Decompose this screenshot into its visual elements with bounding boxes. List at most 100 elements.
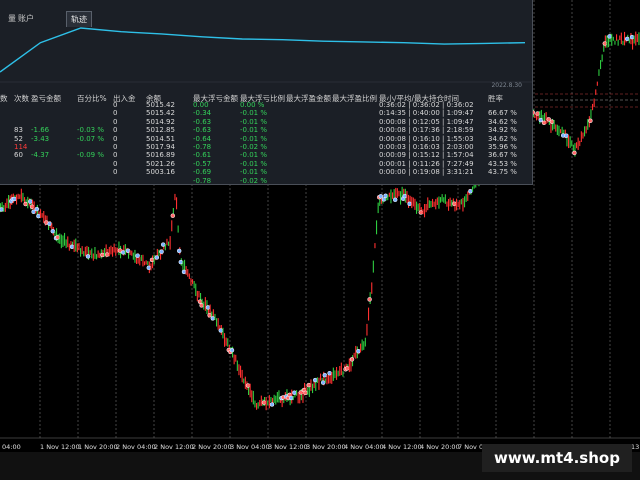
candle <box>318 377 320 390</box>
candle <box>620 32 622 45</box>
candle <box>592 103 594 111</box>
candle <box>273 394 275 403</box>
trade-marker <box>607 34 612 39</box>
candle <box>324 378 326 383</box>
time-label: 4 Nov 04:00 <box>344 443 384 451</box>
candle <box>440 197 442 203</box>
candle <box>582 132 584 139</box>
candle <box>387 194 389 201</box>
candle <box>166 238 168 246</box>
candle <box>571 140 573 147</box>
statistics-panel: 量账户 轨迹 2022.8.30 数次数 盈亏金额 百分比% 出入金 余额 最大浮亏金额 最大… <box>0 0 533 185</box>
trade-marker <box>572 150 577 156</box>
candle <box>624 31 626 46</box>
candle <box>544 113 546 122</box>
candle <box>424 204 426 218</box>
trade-marker <box>245 383 251 388</box>
trade-marker <box>181 269 187 275</box>
candle <box>472 186 474 192</box>
candle <box>611 33 613 46</box>
time-label: 4 Nov 12:00 <box>382 443 422 451</box>
trade-marker <box>178 259 184 265</box>
candle <box>587 119 589 130</box>
candle <box>427 197 429 211</box>
candle <box>336 367 338 380</box>
candle <box>116 247 118 253</box>
candle <box>364 337 366 347</box>
candle <box>441 194 443 202</box>
candle <box>628 38 630 44</box>
candle <box>240 365 242 378</box>
trade-marker <box>468 188 473 194</box>
candle <box>225 337 227 346</box>
candle <box>568 134 570 149</box>
candle <box>256 403 258 410</box>
tab-1[interactable]: 账户 <box>14 11 38 26</box>
candle <box>297 392 299 404</box>
trade-marker <box>210 316 216 321</box>
candle <box>171 220 173 232</box>
candle <box>276 392 278 403</box>
candle <box>270 397 272 402</box>
candle <box>110 245 112 255</box>
trade-marker <box>154 255 160 260</box>
candle <box>342 371 344 377</box>
trade-marker <box>312 377 318 383</box>
tab-2[interactable]: 轨迹 <box>66 11 92 27</box>
candle <box>254 400 256 408</box>
candle <box>542 114 544 120</box>
candle <box>192 279 194 284</box>
candle <box>332 367 334 381</box>
candle <box>260 395 262 406</box>
candle <box>275 395 277 405</box>
equity-line <box>0 27 526 73</box>
trade-marker <box>0 207 4 212</box>
trade-marker <box>261 400 267 405</box>
trade-marker <box>47 221 52 226</box>
equity-curve <box>0 27 532 83</box>
candle <box>96 254 98 260</box>
candle <box>76 243 78 253</box>
candle <box>636 34 638 43</box>
candle <box>176 197 178 210</box>
candle <box>177 225 179 233</box>
candle <box>8 195 10 209</box>
candle <box>27 196 29 209</box>
candle <box>433 201 435 207</box>
candle <box>555 124 557 132</box>
time-label: 4 Nov 20:00 <box>420 443 460 451</box>
candle <box>142 254 144 267</box>
trade-marker <box>322 372 328 378</box>
candle <box>113 243 115 253</box>
candle <box>635 31 637 46</box>
candle <box>97 250 99 258</box>
candle <box>622 40 624 46</box>
trade-marker <box>349 357 355 362</box>
candle <box>169 236 171 250</box>
candle <box>235 354 237 362</box>
candle <box>449 197 451 207</box>
candle <box>164 244 166 251</box>
candle <box>296 390 298 396</box>
candle <box>243 378 245 384</box>
table-cell: -0.78 <box>193 176 212 185</box>
trade-marker <box>176 248 182 254</box>
time-label: 2 Nov 12:00 <box>154 443 194 451</box>
candle <box>244 376 246 389</box>
trade-marker <box>120 250 126 255</box>
candle <box>190 278 192 286</box>
candle <box>593 98 595 108</box>
candle <box>432 198 434 207</box>
candle <box>252 390 254 405</box>
candle <box>41 213 43 218</box>
candle <box>451 199 453 207</box>
candle <box>412 197 414 207</box>
candle <box>448 199 450 211</box>
trade-marker <box>320 380 326 385</box>
candle <box>203 301 205 310</box>
candle <box>144 261 146 266</box>
candle <box>265 397 267 411</box>
trade-marker <box>104 252 110 257</box>
candle <box>355 345 357 359</box>
trade-marker <box>160 242 166 247</box>
